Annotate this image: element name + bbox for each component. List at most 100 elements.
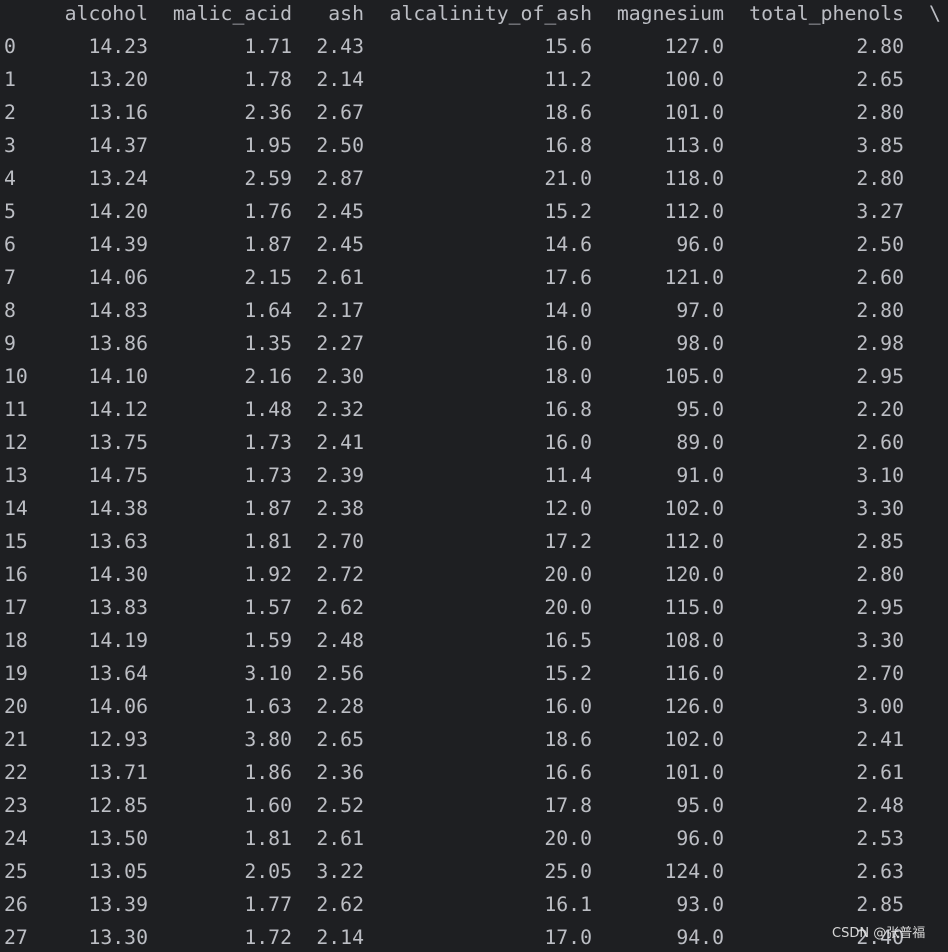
row-index: 15	[4, 530, 28, 553]
cell-ash: 2.14	[316, 68, 364, 91]
cell-ash: 2.43	[316, 35, 364, 58]
cell-magnesium: 126.0	[664, 695, 724, 718]
cell-alcohol: 14.23	[88, 35, 148, 58]
cell-alcohol: 14.12	[88, 398, 148, 421]
cell-ash: 3.22	[316, 860, 364, 883]
row-index: 23	[4, 794, 28, 817]
table-row: 11 14.12 1.48 2.32 16.8 95.0 2.20	[0, 393, 948, 426]
cell-total-phenols: 2.41	[856, 728, 904, 751]
console-output: alcohol malic_acid ash alcalinity_of_ash mag…	[0, 0, 948, 952]
cell-total-phenols: 2.70	[856, 662, 904, 685]
cell-magnesium: 101.0	[664, 761, 724, 784]
cell-malic-acid: 1.87	[244, 233, 292, 256]
cell-ash: 2.52	[316, 794, 364, 817]
cell-alcalinity-of-ash: 20.0	[544, 596, 592, 619]
cell-total-phenols: 3.30	[856, 629, 904, 652]
cell-alcalinity-of-ash: 18.6	[544, 101, 592, 124]
cell-alcalinity-of-ash: 20.0	[544, 827, 592, 850]
table-row: 22 13.71 1.86 2.36 16.6 101.0 2.61	[0, 756, 948, 789]
cell-magnesium: 97.0	[676, 299, 724, 322]
table-row: 8 14.83 1.64 2.17 14.0 97.0 2.80	[0, 294, 948, 327]
row-index: 12	[4, 431, 28, 454]
table-row: 27 13.30 1.72 2.14 17.0 94.0 2.40	[0, 921, 948, 952]
cell-total-phenols: 2.80	[856, 167, 904, 190]
cell-malic-acid: 1.48	[244, 398, 292, 421]
cell-total-phenols: 2.85	[856, 893, 904, 916]
table-row: 6 14.39 1.87 2.45 14.6 96.0 2.50	[0, 228, 948, 261]
cell-malic-acid: 1.73	[244, 431, 292, 454]
cell-alcohol: 14.10	[88, 365, 148, 388]
cell-magnesium: 100.0	[664, 68, 724, 91]
table-row: 24 13.50 1.81 2.61 20.0 96.0 2.53	[0, 822, 948, 855]
table-row: 16 14.30 1.92 2.72 20.0 120.0 2.80	[0, 558, 948, 591]
column-header-ash: ash	[328, 2, 364, 25]
row-index: 11	[4, 398, 28, 421]
cell-alcohol: 13.16	[88, 101, 148, 124]
cell-alcalinity-of-ash: 16.1	[544, 893, 592, 916]
table-row: 7 14.06 2.15 2.61 17.6 121.0 2.60	[0, 261, 948, 294]
cell-magnesium: 112.0	[664, 200, 724, 223]
cell-malic-acid: 1.77	[244, 893, 292, 916]
line-continuation-marker: \	[929, 2, 941, 25]
cell-malic-acid: 2.05	[244, 860, 292, 883]
cell-malic-acid: 2.16	[244, 365, 292, 388]
cell-ash: 2.56	[316, 662, 364, 685]
cell-malic-acid: 1.76	[244, 200, 292, 223]
row-index: 10	[4, 365, 28, 388]
cell-malic-acid: 1.57	[244, 596, 292, 619]
cell-alcohol: 13.63	[88, 530, 148, 553]
cell-alcalinity-of-ash: 11.4	[544, 464, 592, 487]
cell-magnesium: 101.0	[664, 101, 724, 124]
cell-alcalinity-of-ash: 18.6	[544, 728, 592, 751]
cell-alcalinity-of-ash: 18.0	[544, 365, 592, 388]
cell-alcohol: 13.64	[88, 662, 148, 685]
cell-alcalinity-of-ash: 16.8	[544, 134, 592, 157]
cell-alcohol: 14.20	[88, 200, 148, 223]
cell-alcalinity-of-ash: 17.8	[544, 794, 592, 817]
column-header-alcalinity-of-ash: alcalinity_of_ash	[389, 2, 592, 25]
table-row: 4 13.24 2.59 2.87 21.0 118.0 2.80	[0, 162, 948, 195]
cell-total-phenols: 2.53	[856, 827, 904, 850]
table-row: 2 13.16 2.36 2.67 18.6 101.0 2.80	[0, 96, 948, 129]
cell-magnesium: 98.0	[676, 332, 724, 355]
cell-malic-acid: 2.36	[244, 101, 292, 124]
cell-alcohol: 14.30	[88, 563, 148, 586]
cell-alcohol: 13.71	[88, 761, 148, 784]
cell-total-phenols: 2.80	[856, 101, 904, 124]
cell-total-phenols: 2.85	[856, 530, 904, 553]
cell-alcalinity-of-ash: 14.6	[544, 233, 592, 256]
table-row: 26 13.39 1.77 2.62 16.1 93.0 2.85	[0, 888, 948, 921]
cell-total-phenols: 3.85	[856, 134, 904, 157]
table-row: 13 14.75 1.73 2.39 11.4 91.0 3.10	[0, 459, 948, 492]
table-row: 20 14.06 1.63 2.28 16.0 126.0 3.00	[0, 690, 948, 723]
column-header-malic-acid: malic_acid	[172, 2, 292, 25]
cell-total-phenols: 2.61	[856, 761, 904, 784]
cell-ash: 2.14	[316, 926, 364, 949]
cell-total-phenols: 2.60	[856, 266, 904, 289]
table-row: 10 14.10 2.16 2.30 18.0 105.0 2.95	[0, 360, 948, 393]
cell-magnesium: 108.0	[664, 629, 724, 652]
cell-total-phenols: 3.30	[856, 497, 904, 520]
cell-ash: 2.61	[316, 266, 364, 289]
cell-ash: 2.62	[316, 893, 364, 916]
cell-ash: 2.65	[316, 728, 364, 751]
cell-ash: 2.67	[316, 101, 364, 124]
table-row: 18 14.19 1.59 2.48 16.5 108.0 3.30	[0, 624, 948, 657]
row-index: 25	[4, 860, 28, 883]
cell-total-phenols: 2.50	[856, 233, 904, 256]
cell-alcalinity-of-ash: 12.0	[544, 497, 592, 520]
cell-total-phenols: 3.10	[856, 464, 904, 487]
row-index: 7	[4, 266, 16, 289]
cell-malic-acid: 1.87	[244, 497, 292, 520]
table-row: 9 13.86 1.35 2.27 16.0 98.0 2.98	[0, 327, 948, 360]
row-index: 14	[4, 497, 28, 520]
cell-malic-acid: 1.59	[244, 629, 292, 652]
row-index: 4	[4, 167, 16, 190]
cell-magnesium: 89.0	[676, 431, 724, 454]
cell-total-phenols: 2.48	[856, 794, 904, 817]
cell-alcalinity-of-ash: 14.0	[544, 299, 592, 322]
row-index: 17	[4, 596, 28, 619]
row-index: 22	[4, 761, 28, 784]
cell-alcohol: 13.20	[88, 68, 148, 91]
cell-ash: 2.87	[316, 167, 364, 190]
